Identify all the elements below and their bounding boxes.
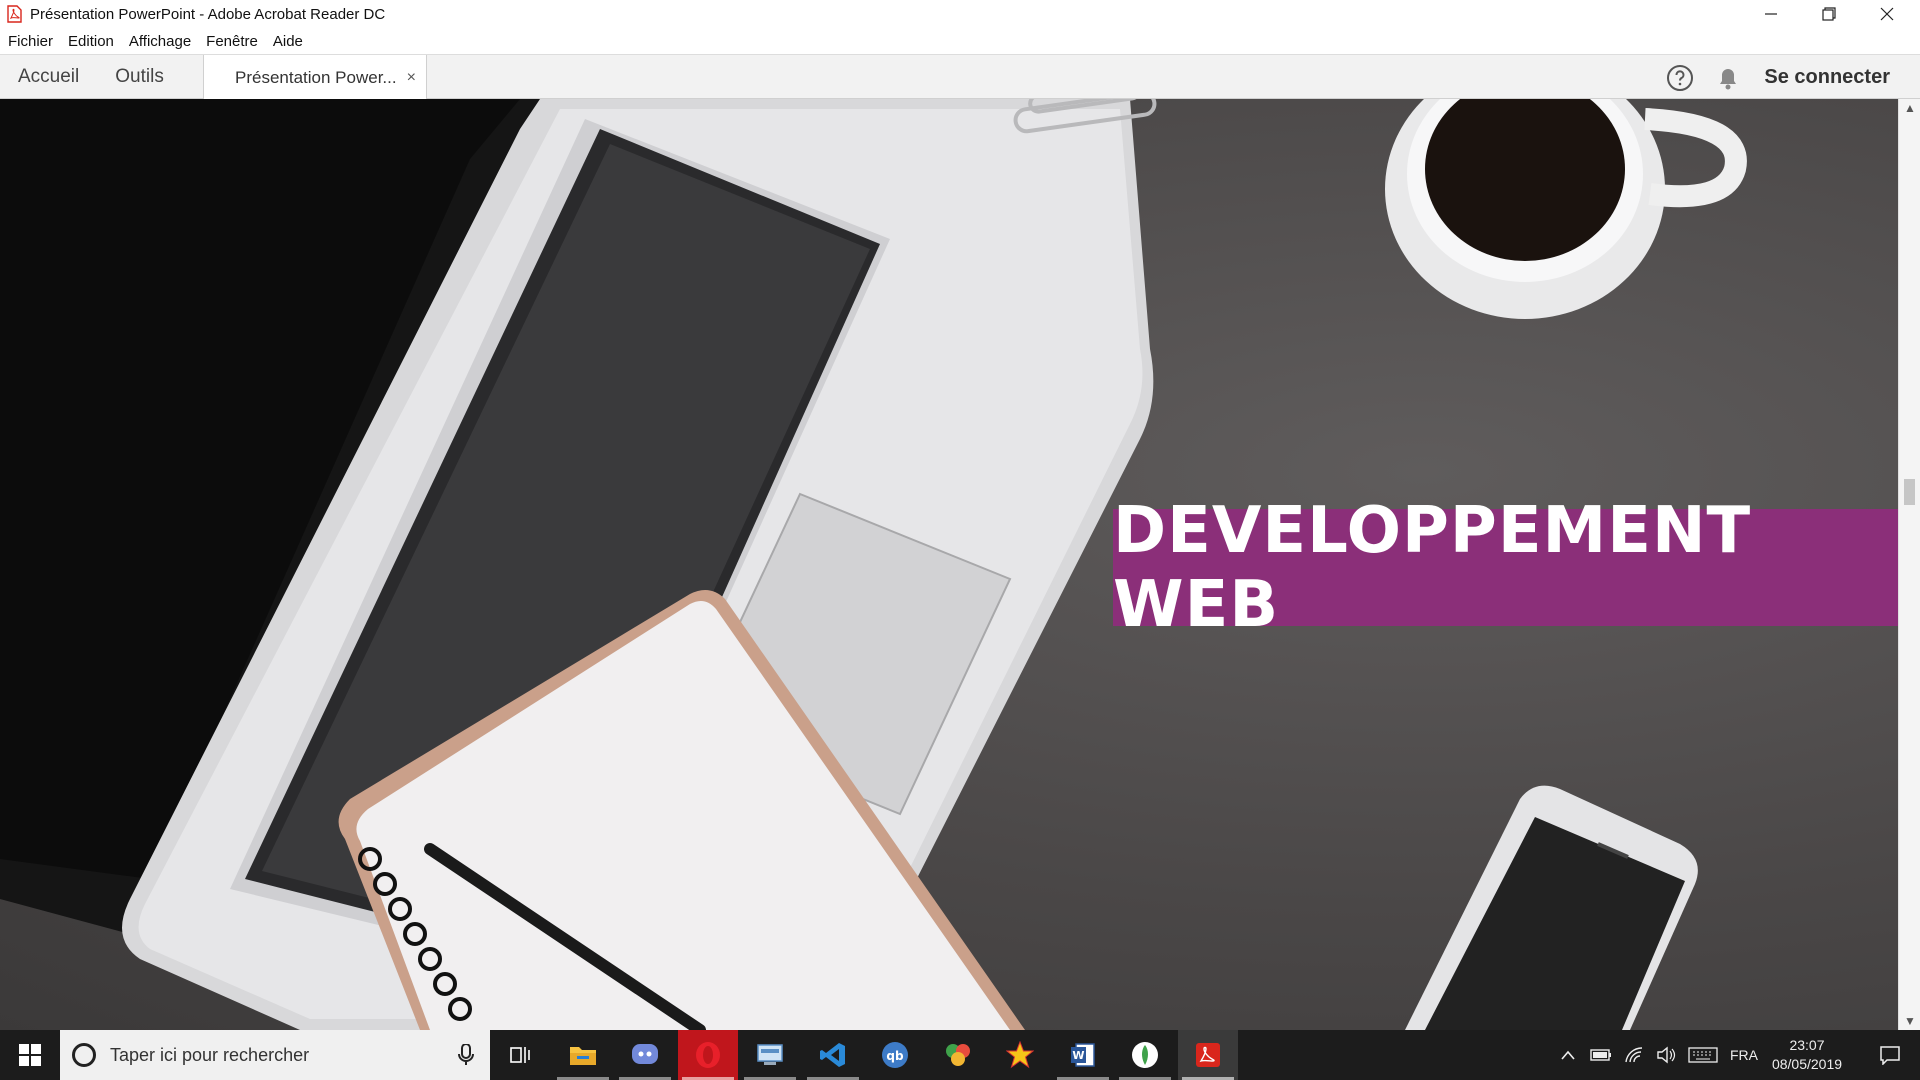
cortana-icon xyxy=(72,1043,96,1067)
start-button[interactable] xyxy=(0,1030,60,1080)
slide-title-banner: DEVELOPPEMENT WEB xyxy=(1113,494,1898,642)
show-hidden-icons-icon[interactable] xyxy=(1560,1049,1576,1061)
scroll-thumb[interactable] xyxy=(1904,479,1915,505)
vscode-icon[interactable] xyxy=(803,1030,863,1080)
menu-fenetre[interactable]: Fenêtre xyxy=(206,33,258,50)
document-view[interactable]: DEVELOPPEMENT WEB xyxy=(0,99,1898,1030)
help-icon[interactable] xyxy=(1666,64,1694,92)
document-tab[interactable]: Présentation Power... × xyxy=(203,55,427,100)
scroll-up-icon[interactable]: ▲ xyxy=(1904,101,1916,115)
opera-icon[interactable] xyxy=(678,1030,738,1080)
clock-time: 23:07 xyxy=(1789,1037,1825,1053)
vertical-scrollbar[interactable]: ▲ ▼ xyxy=(1898,99,1920,1030)
mongodb-icon[interactable] xyxy=(1115,1030,1175,1080)
tool-tab-bar: Accueil Outils Présentation Power... × S… xyxy=(0,54,1920,100)
volume-icon[interactable] xyxy=(1656,1046,1676,1064)
restore-button[interactable] xyxy=(1800,0,1858,28)
discord-icon[interactable] xyxy=(615,1030,675,1080)
input-language[interactable]: FRA xyxy=(1730,1047,1758,1063)
svg-text:W: W xyxy=(1072,1049,1084,1062)
menu-aide[interactable]: Aide xyxy=(273,33,303,50)
tab-outils[interactable]: Outils xyxy=(97,55,182,99)
tab-accueil[interactable]: Accueil xyxy=(0,55,97,99)
slide-title: DEVELOPPEMENT WEB xyxy=(1113,493,1752,642)
battery-icon[interactable] xyxy=(1590,1048,1612,1062)
close-tab-button[interactable]: × xyxy=(407,69,416,87)
title-bar: Présentation PowerPoint - Adobe Acrobat … xyxy=(0,0,1920,28)
taskbar: Taper ici pour rechercher qb W FRA 23:07… xyxy=(0,1030,1920,1080)
close-window-button[interactable] xyxy=(1858,0,1916,28)
smartphone xyxy=(1405,785,1698,1030)
windows-logo-icon xyxy=(19,1044,41,1066)
document-tab-label: Présentation Power... xyxy=(235,67,397,87)
word-icon[interactable]: W xyxy=(1053,1030,1113,1080)
close-icon xyxy=(1880,7,1894,21)
scroll-down-icon[interactable]: ▼ xyxy=(1904,1014,1916,1028)
wifi-icon[interactable] xyxy=(1624,1046,1644,1064)
menu-fichier[interactable]: Fichier xyxy=(8,33,53,50)
acrobat-icon[interactable] xyxy=(1178,1030,1238,1080)
star-app-icon[interactable] xyxy=(990,1030,1050,1080)
acrobat-app-icon xyxy=(7,5,22,23)
menu-affichage[interactable]: Affichage xyxy=(129,33,191,50)
search-placeholder: Taper ici pour rechercher xyxy=(110,1044,310,1065)
coffee-cup xyxy=(1385,99,1747,319)
microphone-icon[interactable] xyxy=(458,1044,474,1066)
restore-icon xyxy=(1822,7,1836,21)
toolbar-right: Se connecter xyxy=(1666,55,1920,100)
menu-edition[interactable]: Edition xyxy=(68,33,114,50)
notification-bell-icon[interactable] xyxy=(1716,65,1740,91)
taskbar-search[interactable]: Taper ici pour rechercher xyxy=(60,1030,490,1080)
touch-keyboard-icon[interactable] xyxy=(1688,1046,1718,1064)
minimize-button[interactable] xyxy=(1742,0,1800,28)
clock[interactable]: 23:07 08/05/2019 xyxy=(1762,1036,1852,1074)
menu-bar: Fichier Edition Affichage Fenêtre Aide xyxy=(0,28,1920,54)
system-tray: FRA xyxy=(1560,1030,1758,1080)
task-view-icon[interactable] xyxy=(490,1030,550,1080)
svg-text:qb: qb xyxy=(886,1049,904,1063)
clock-date: 08/05/2019 xyxy=(1771,1056,1843,1072)
file-explorer-icon[interactable] xyxy=(553,1030,613,1080)
qbittorrent-icon[interactable]: qb xyxy=(865,1030,925,1080)
paint-icon[interactable] xyxy=(928,1030,988,1080)
action-center-icon[interactable] xyxy=(1860,1030,1920,1080)
sign-in-button[interactable]: Se connecter xyxy=(1764,66,1890,89)
control-panel-icon[interactable] xyxy=(740,1030,800,1080)
window-title: Présentation PowerPoint - Adobe Acrobat … xyxy=(30,5,386,23)
minimize-icon xyxy=(1765,13,1777,15)
